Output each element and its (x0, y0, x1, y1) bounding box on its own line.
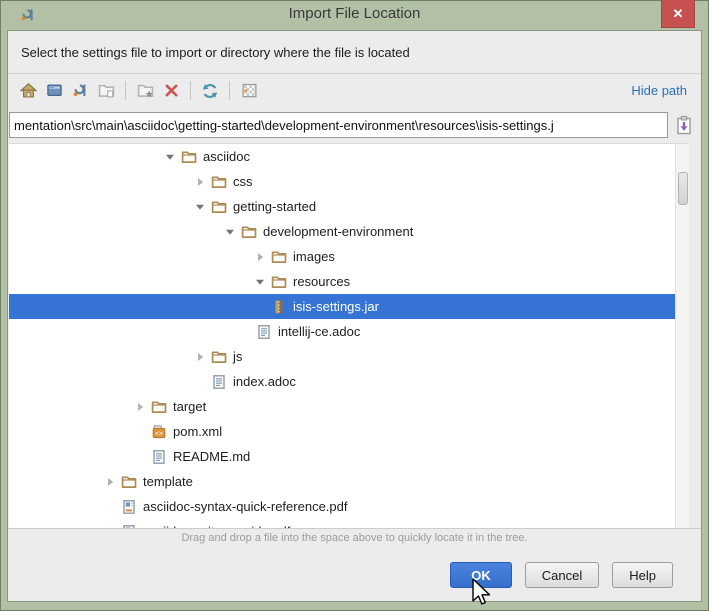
toolbar-separator (190, 81, 191, 100)
tree-row-label: js (233, 349, 242, 364)
paste-path-icon[interactable] (673, 114, 695, 136)
pdf-file-icon (121, 524, 137, 529)
cancel-button[interactable]: Cancel (525, 562, 599, 588)
tree-row-label: asciidoc (203, 149, 250, 164)
toolbar-separator (229, 81, 230, 100)
toolbar-separator (125, 81, 126, 100)
folder-icon (241, 224, 257, 240)
title-bar[interactable]: Import File Location ✕ (0, 0, 709, 30)
new-folder-icon (136, 82, 154, 100)
file-tree: asciidoc css getting-started development-en… (9, 143, 689, 528)
close-button[interactable]: ✕ (661, 0, 695, 28)
button-bar: OK Cancel Help (8, 547, 701, 588)
tree-row[interactable]: index.adoc (9, 369, 689, 394)
folder-icon (181, 149, 197, 165)
tree-row-label: getting-started (233, 199, 316, 214)
tree-row[interactable]: <> pom.xml (9, 419, 689, 444)
tree-row[interactable]: css (9, 169, 689, 194)
tree-row[interactable]: template (9, 469, 689, 494)
chevron-down-icon[interactable] (255, 277, 271, 287)
tree-row[interactable]: images (9, 244, 689, 269)
folder-icon (211, 199, 227, 215)
path-row (8, 107, 701, 143)
doc-file-icon (256, 324, 272, 340)
folder-icon (211, 174, 227, 190)
tree-row-label: README.md (173, 449, 250, 464)
refresh-icon[interactable] (201, 82, 219, 100)
scrollbar-thumb[interactable] (678, 172, 688, 205)
show-hidden-icon[interactable] (240, 82, 258, 100)
tree-row-label: pom.xml (173, 424, 222, 439)
doc-file-icon (151, 449, 167, 465)
desktop-icon[interactable] (45, 82, 63, 100)
pdf-file-icon (121, 499, 137, 515)
chevron-down-icon[interactable] (225, 227, 241, 237)
tree-row[interactable]: README.md (9, 444, 689, 469)
tree-row-label: template (143, 474, 193, 489)
project-dir-icon[interactable] (71, 82, 89, 100)
tree-row[interactable]: asciidoc (9, 144, 689, 169)
tree-row[interactable]: getting-started (9, 194, 689, 219)
file-chooser-toolbar: Hide path (8, 74, 701, 107)
tree-row-label: images (293, 249, 335, 264)
dialog-content: Select the settings file to import or di… (7, 30, 702, 602)
tree-row[interactable]: asciidoc-syntax-quick-reference.pdf (9, 494, 689, 519)
tree-row[interactable]: js (9, 344, 689, 369)
folder-icon (211, 349, 227, 365)
tree-row[interactable]: intellij-ce.adoc (9, 319, 689, 344)
chevron-down-icon[interactable] (165, 152, 181, 162)
path-input[interactable] (9, 112, 668, 138)
tree-row[interactable]: resources (9, 269, 689, 294)
chevron-down-icon[interactable] (195, 202, 211, 212)
import-file-location-dialog: Import File Location ✕ Select the settin… (0, 0, 709, 611)
chevron-right-icon[interactable] (195, 177, 211, 187)
delete-icon[interactable] (162, 82, 180, 100)
xml-file-icon: <> (151, 424, 167, 440)
folder-icon (121, 474, 137, 490)
tree-row-label: intellij-ce.adoc (278, 324, 360, 339)
folder-icon (271, 249, 287, 265)
tree-row-label: isis-settings.jar (293, 299, 379, 314)
svg-text:<>: <> (155, 429, 163, 437)
drag-drop-hint: Drag and drop a file into the space abov… (8, 528, 701, 547)
tree-row[interactable]: development-environment (9, 219, 689, 244)
module-dir-icon (97, 82, 115, 100)
window-title: Import File Location (0, 5, 709, 22)
tree-row-label: resources (293, 274, 350, 289)
chevron-right-icon[interactable] (135, 402, 151, 412)
folder-icon (151, 399, 167, 415)
home-icon[interactable] (19, 82, 37, 100)
ok-button[interactable]: OK (450, 562, 512, 588)
jar-file-icon (271, 299, 287, 315)
tree-row[interactable]: asciidoc-writers-guide.pdf (9, 519, 689, 528)
doc-file-icon (211, 374, 227, 390)
chevron-right-icon[interactable] (255, 252, 271, 262)
tree-row[interactable]: isis-settings.jar (9, 294, 689, 319)
tree-row-label: development-environment (263, 224, 413, 239)
chevron-right-icon[interactable] (195, 352, 211, 362)
chevron-right-icon[interactable] (105, 477, 121, 487)
tree-row-label: index.adoc (233, 374, 296, 389)
tree-row-label: css (233, 174, 253, 189)
tree-row[interactable]: target (9, 394, 689, 419)
tree-row-label: target (173, 399, 206, 414)
tree-row-label: asciidoc-syntax-quick-reference.pdf (143, 499, 347, 514)
scrollbar-track[interactable] (675, 144, 689, 528)
hide-path-link[interactable]: Hide path (631, 83, 687, 98)
help-button[interactable]: Help (612, 562, 673, 588)
folder-icon (271, 274, 287, 290)
dialog-description: Select the settings file to import or di… (8, 31, 701, 74)
tree-row-label: asciidoc-writers-guide.pdf (143, 524, 290, 528)
